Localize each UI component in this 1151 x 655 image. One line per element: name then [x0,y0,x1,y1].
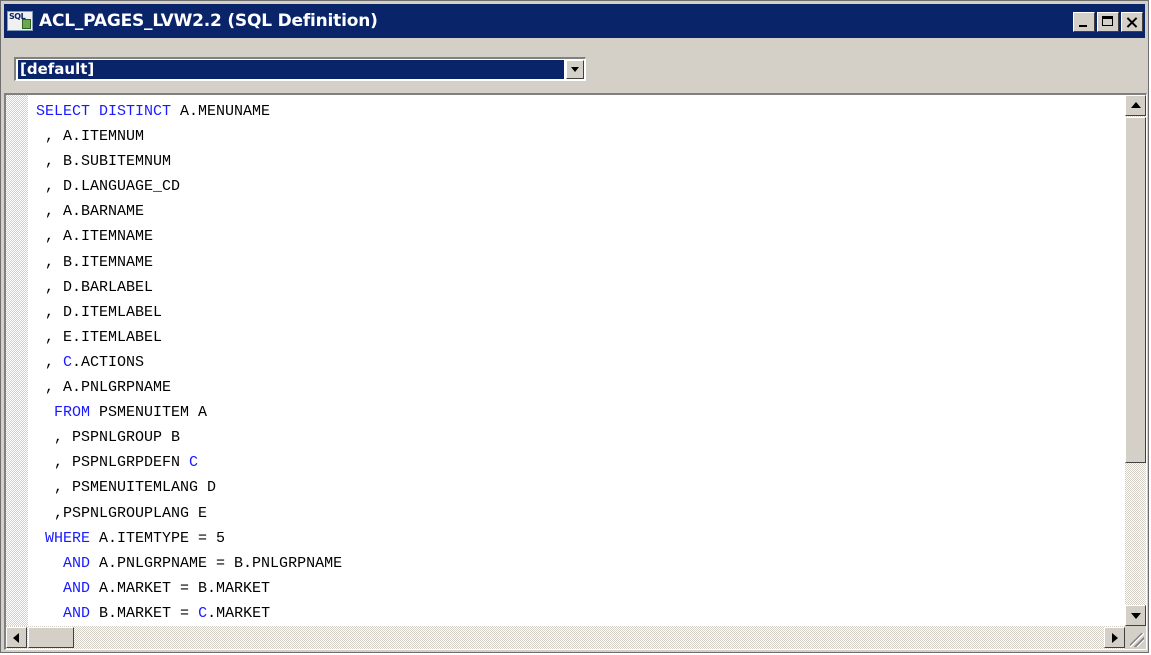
sql-text: PSMENUITEM A [90,404,208,422]
sql-keyword: C [63,353,73,371]
sql-document-icon[interactable]: SQL [7,11,33,31]
sql-text: , D.LANGUAGE_CD [36,178,181,196]
sql-keyword: C [189,454,199,472]
window-controls [1071,12,1143,32]
code-line[interactable]: , A.PNLGRPNAME [36,375,1122,400]
sql-text: B.MARKET = [90,604,199,622]
code-line[interactable]: , PSPNLGROUP B [36,425,1122,450]
title-bar[interactable]: SQL ACL_PAGES_LVW2.2 (SQL Definition) [4,4,1145,38]
dropdown-arrow-button[interactable] [566,60,584,79]
maximize-button[interactable] [1097,12,1119,32]
code-line[interactable]: , A.ITEMNAME [36,224,1122,249]
code-line[interactable]: , PSPNLGRPDEFN C [36,450,1122,475]
horizontal-scroll-thumb[interactable] [28,627,74,648]
vertical-scroll-thumb[interactable] [1125,117,1146,463]
sql-text: , A.ITEMNUM [36,128,145,146]
sql-icon-page [22,19,31,29]
sql-text: , B.ITEMNAME [36,253,154,271]
code-line[interactable]: AND A.PNLGRPNAME = B.PNLGRPNAME [36,551,1122,576]
sql-text: , PSPNLGROUP B [36,429,181,447]
code-line[interactable]: AND B.MARKET = C.MARKET [36,601,1122,626]
sql-text: , A.ITEMNAME [36,228,154,246]
sql-keyword: WHERE [45,529,91,547]
code-line[interactable]: ,PSPNLGROUPLANG E [36,501,1122,526]
toolbar: [default] [4,45,1145,89]
scroll-up-arrow-icon[interactable] [1125,95,1146,116]
sql-text: , D.BARLABEL [36,278,154,296]
sql-keyword: SELECT DISTINCT [36,103,172,120]
code-line[interactable]: , D.LANGUAGE_CD [36,174,1122,199]
code-line[interactable]: , E.ITEMLABEL [36,325,1122,350]
scroll-down-arrow-icon[interactable] [1125,605,1146,626]
code-line[interactable]: SELECT DISTINCT A.MENUNAME [36,99,1122,124]
sql-text: , PSMENUITEMLANG D [36,479,217,497]
code-line[interactable]: FROM PSMENUITEM A [36,400,1122,425]
minimize-button[interactable] [1073,12,1095,32]
sql-keyword: AND [63,604,91,622]
resize-grip-icon[interactable] [1125,626,1146,649]
sql-text: , [36,353,64,371]
sql-text: .ACTIONS [72,353,145,371]
code-line[interactable]: AND A.MARKET = B.MARKET [36,576,1122,601]
dropdown-selected-value[interactable]: [default] [18,60,564,79]
sql-keyword: AND [63,579,91,597]
code-line[interactable]: , B.SUBITEMNUM [36,149,1122,174]
sql-definition-window: SQL ACL_PAGES_LVW2.2 (SQL Definition) [d… [0,0,1149,653]
sql-text: A.ITEMTYPE = 5 [90,529,226,547]
horizontal-scrollbar[interactable] [6,626,1125,649]
sql-text: , D.ITEMLABEL [36,303,163,321]
code-line[interactable]: , A.ITEMNUM [36,124,1122,149]
sql-editor[interactable]: SELECT DISTINCT A.MENUNAME , A.ITEMNUM ,… [4,93,1147,650]
vertical-scrollbar[interactable] [1125,95,1146,626]
sql-text: .MARKET [207,604,271,622]
sql-text: , A.PNLGRPNAME [36,379,172,397]
sql-keyword: C [198,604,208,622]
sql-text: A.PNLGRPNAME = B.PNLGRPNAME [90,554,343,572]
sql-text: , E.ITEMLABEL [36,328,163,346]
code-line[interactable]: , C.ACTIONS [36,350,1122,375]
editor-gutter [6,95,28,626]
scroll-right-arrow-icon[interactable] [1104,627,1125,648]
sql-keyword: AND [63,554,91,572]
sql-text: A.MENUNAME [171,103,271,120]
sql-keyword: FROM [54,404,91,422]
sql-text: , B.SUBITEMNUM [36,153,172,171]
code-line[interactable]: , A.BARNAME [36,199,1122,224]
sql-code-area[interactable]: SELECT DISTINCT A.MENUNAME , A.ITEMNUM ,… [36,99,1122,625]
code-line[interactable]: , PSMENUITEMLANG D [36,475,1122,500]
sql-text: , PSPNLGRPDEFN [36,454,190,472]
database-type-dropdown[interactable]: [default] [14,57,586,81]
code-line[interactable]: WHERE A.ITEMTYPE = 5 [36,526,1122,551]
code-line[interactable]: , B.ITEMNAME [36,250,1122,275]
sql-text: A.MARKET = B.MARKET [90,579,271,597]
window-title: ACL_PAGES_LVW2.2 (SQL Definition) [39,11,378,31]
sql-text: ,PSPNLGROUPLANG E [36,504,208,522]
scroll-left-arrow-icon[interactable] [6,627,27,648]
code-line[interactable]: , D.BARLABEL [36,275,1122,300]
sql-text: , A.BARNAME [36,203,145,221]
close-button[interactable] [1121,12,1143,32]
code-line[interactable]: , D.ITEMLABEL [36,300,1122,325]
